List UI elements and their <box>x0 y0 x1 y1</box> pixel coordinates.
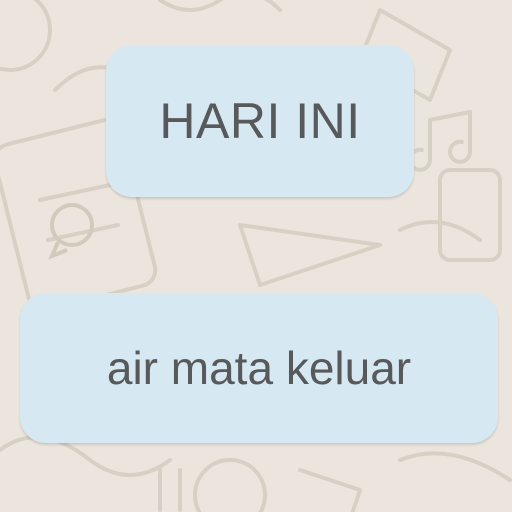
date-separator-bubble: HARI INI <box>106 45 414 197</box>
message-text: air mata keluar <box>106 342 412 394</box>
message-bubble[interactable]: air mata keluar <box>20 293 498 443</box>
date-separator-label: HARI INI <box>159 93 361 149</box>
